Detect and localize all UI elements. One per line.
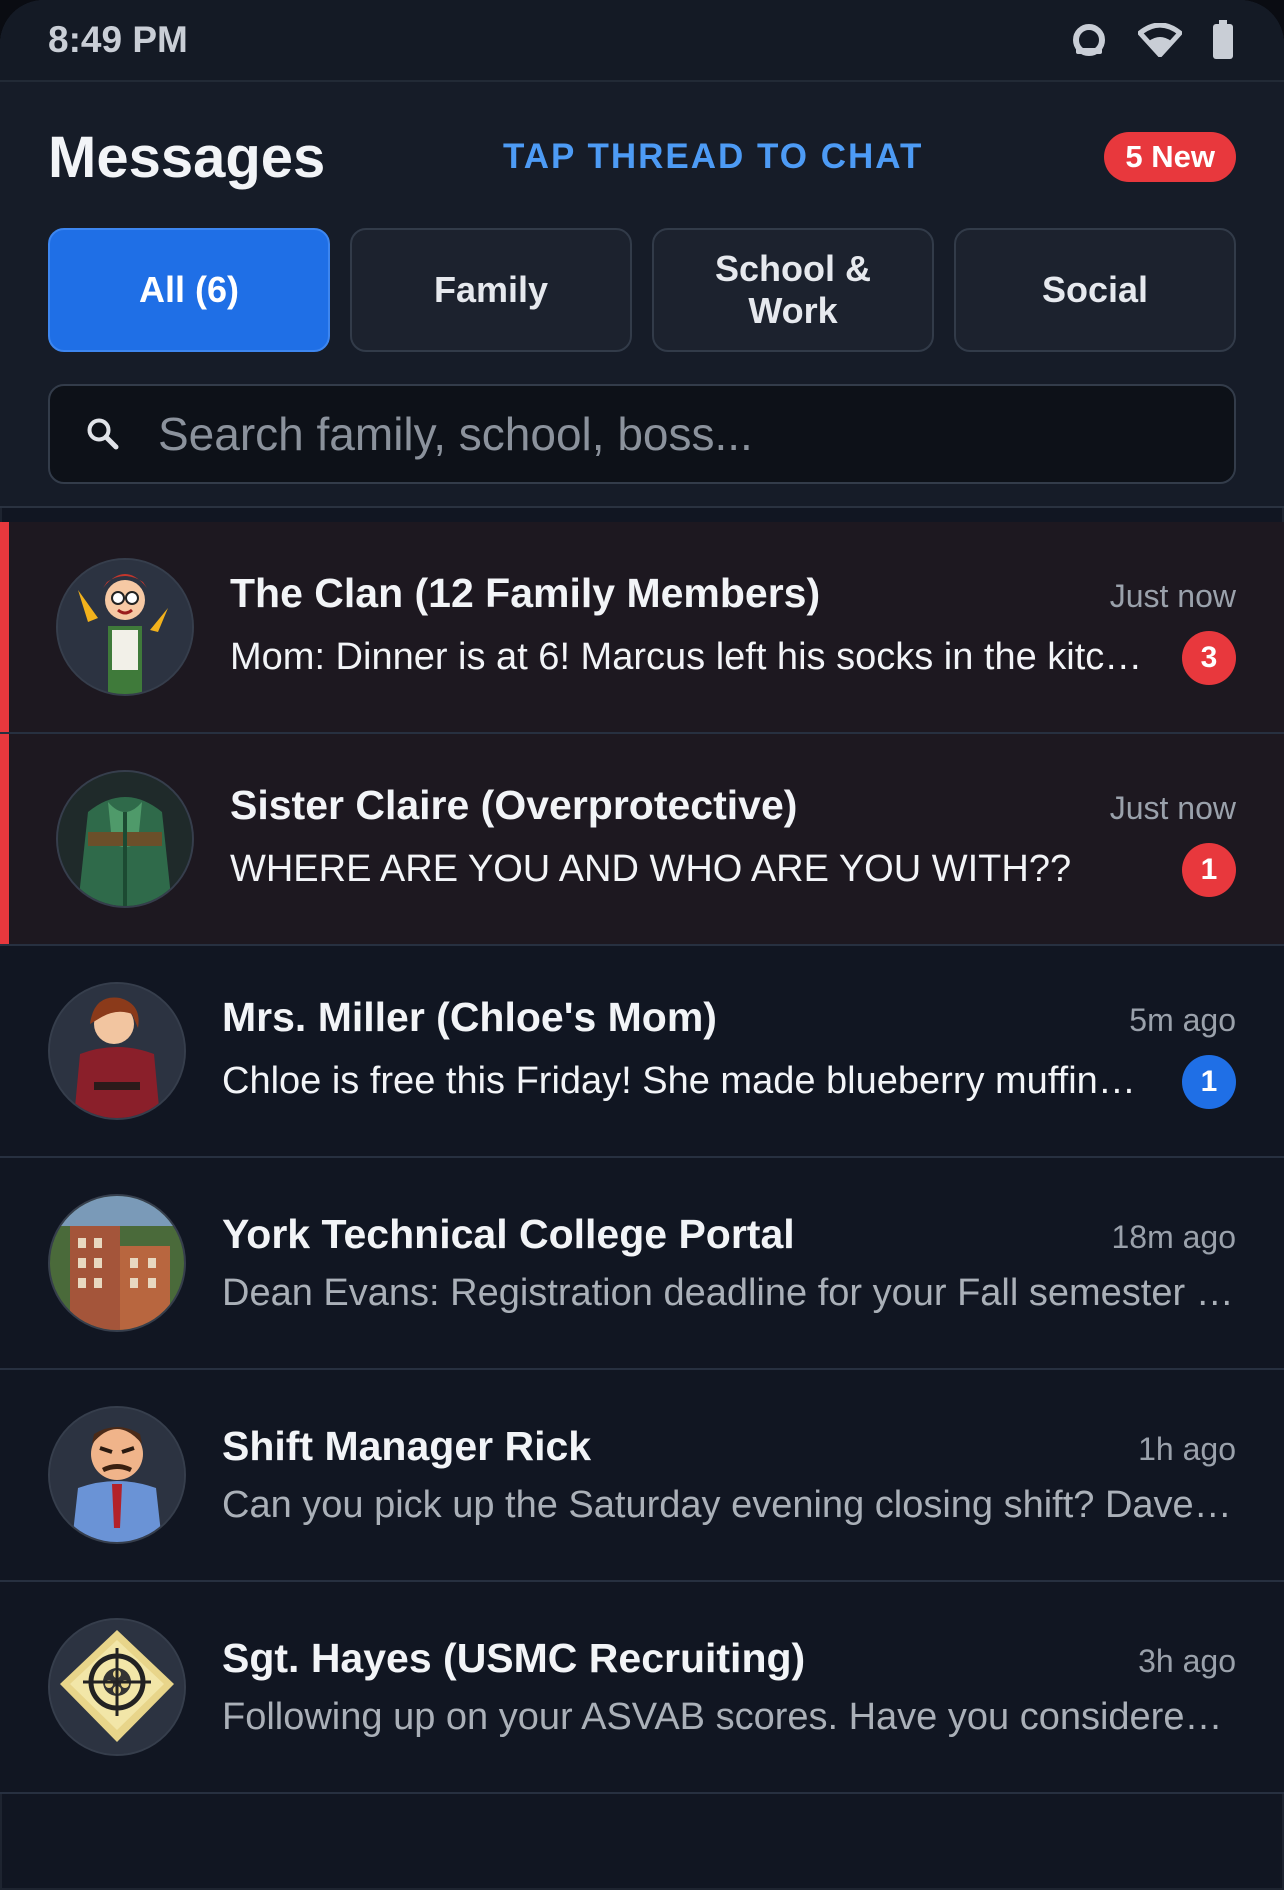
thread-time: 18m ago: [1111, 1219, 1236, 1255]
angry-manager-avatar: [48, 1406, 186, 1544]
thread-preview: Mom: Dinner is at 6! Marcus left his soc…: [230, 636, 1152, 678]
thread-name: Sgt. Hayes (USMC Recruiting): [222, 1635, 806, 1681]
search-bar[interactable]: [48, 384, 1236, 484]
battery-icon: [1213, 20, 1233, 59]
search-input[interactable]: [156, 406, 1234, 462]
thread-list: The Clan (12 Family Members) Just now Mo…: [0, 522, 1284, 1794]
unread-count-badge: 3: [1182, 630, 1236, 685]
status-bar: 8:49 PM: [0, 0, 1284, 82]
thread-sgt-hayes[interactable]: Sgt. Hayes (USMC Recruiting) 3h ago Foll…: [0, 1582, 1284, 1794]
status-time: 8:49 PM: [48, 19, 188, 60]
thread-sister-claire[interactable]: Sister Claire (Overprotective) Just now …: [0, 734, 1284, 946]
thread-the-clan[interactable]: The Clan (12 Family Members) Just now Mo…: [0, 522, 1284, 734]
woman-red-blouse-avatar: [48, 982, 186, 1120]
cartoon-mom-avatar: [56, 558, 194, 696]
thread-name: The Clan (12 Family Members): [230, 569, 821, 616]
thread-time: Just now: [1109, 789, 1236, 826]
thread-name: Shift Manager Rick: [222, 1423, 592, 1469]
tab-social[interactable]: Social: [954, 228, 1236, 352]
tab-school-work[interactable]: School & Work: [652, 228, 934, 352]
unread-count-badge: 1: [1182, 1054, 1236, 1109]
messages-screen: 8:49 PM Messages TAP THREAD TO CHAT 5 Ne…: [0, 0, 1284, 1890]
thread-york-technical-college[interactable]: York Technical College Portal 18m ago De…: [0, 1158, 1284, 1370]
wifi-icon: [1138, 23, 1182, 57]
thread-preview: Can you pick up the Saturday evening clo…: [222, 1484, 1236, 1526]
thread-time: 1h ago: [1138, 1431, 1236, 1467]
thread-name: York Technical College Portal: [222, 1211, 795, 1257]
thread-preview: Dean Evans: Registration deadline for yo…: [222, 1272, 1236, 1314]
thread-preview: Chloe is free this Friday! She made blue…: [222, 1060, 1152, 1102]
tab-all[interactable]: All (6): [48, 228, 330, 352]
new-messages-badge: 5 New: [1104, 132, 1236, 182]
page-title: Messages: [48, 124, 326, 190]
unread-count-badge: 1: [1182, 842, 1236, 897]
thread-mrs-miller[interactable]: Mrs. Miller (Chloe's Mom) 5m ago Chloe i…: [0, 946, 1284, 1158]
thread-shift-manager-rick[interactable]: Shift Manager Rick 1h ago Can you pick u…: [0, 1370, 1284, 1582]
search-icon: [87, 418, 119, 450]
thread-name: Mrs. Miller (Chloe's Mom): [222, 993, 717, 1040]
filter-tabs: All (6) Family School & Work Social: [48, 228, 1236, 352]
thread-time: 3h ago: [1138, 1643, 1236, 1679]
thread-preview: Following up on your ASVAB scores. Have …: [222, 1696, 1236, 1738]
messages-header: Messages TAP THREAD TO CHAT 5 New All (6…: [0, 82, 1284, 508]
status-icons: [1070, 20, 1234, 60]
tab-family[interactable]: Family: [350, 228, 632, 352]
thread-preview: WHERE ARE YOU AND WHO ARE YOU WITH??: [230, 848, 1072, 890]
camera-icon: [1073, 24, 1105, 56]
thread-time: Just now: [1109, 577, 1236, 614]
thread-time: 5m ago: [1129, 1001, 1236, 1038]
green-jacket-avatar: [56, 770, 194, 908]
thread-name: Sister Claire (Overprotective): [230, 781, 798, 828]
tap-hint: TAP THREAD TO CHAT: [503, 137, 924, 176]
usmc-emblem-avatar: [48, 1618, 186, 1756]
college-building-avatar: [48, 1194, 186, 1332]
